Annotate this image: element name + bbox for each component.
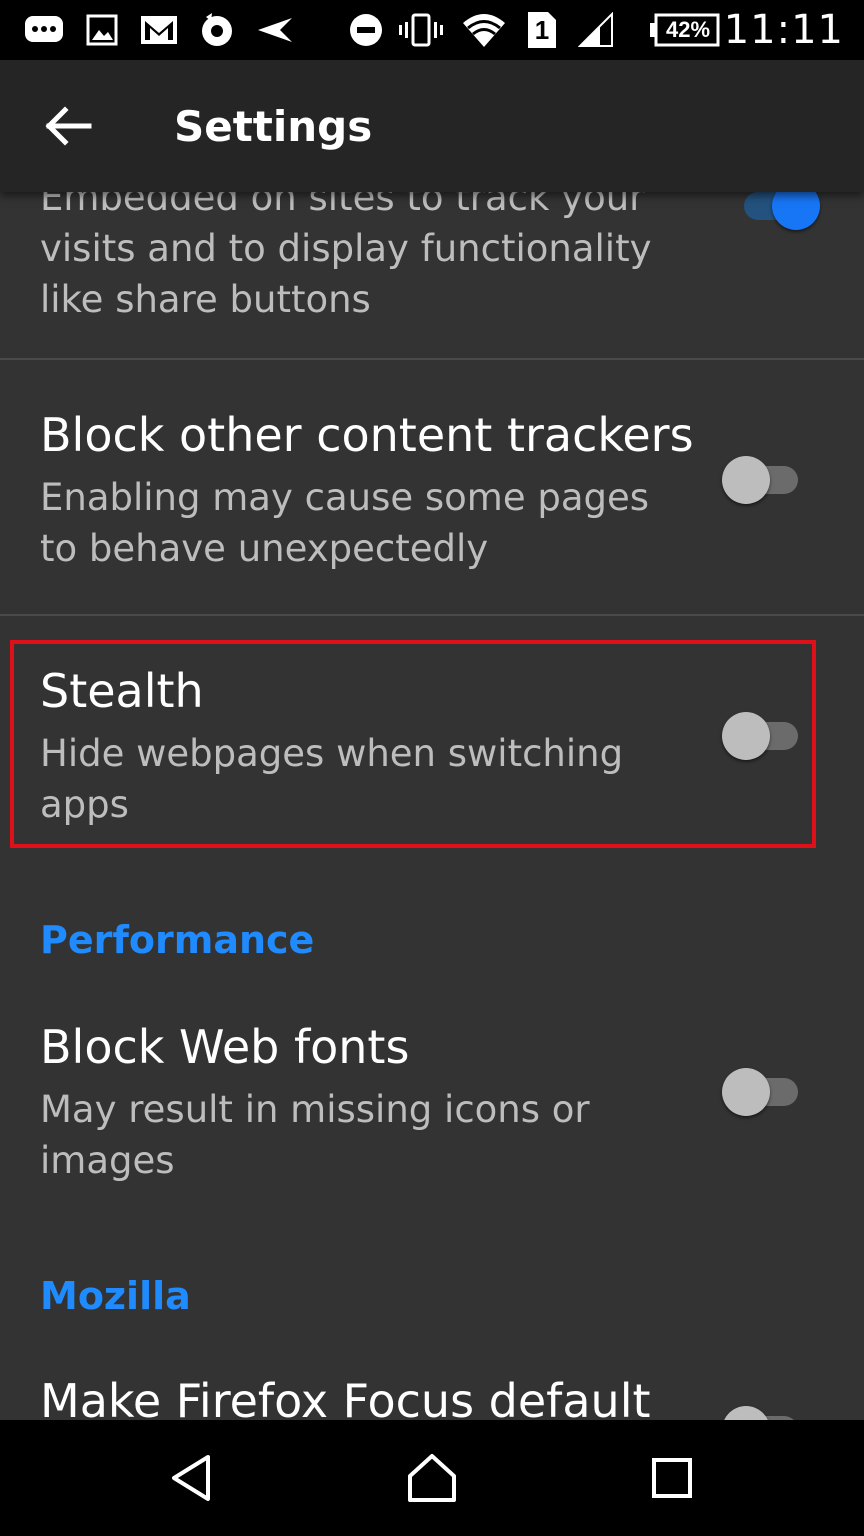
signal-icon xyxy=(576,0,616,60)
setting-title: Block Web fonts xyxy=(40,1020,410,1074)
block-other-trackers-setting[interactable]: Block other content trackers Enabling ma… xyxy=(0,360,864,614)
setting-subtitle: to behave unexpectedly xyxy=(40,527,489,570)
setting-subtitle: Embedded on sites to track your xyxy=(40,192,645,219)
setting-subtitle: May result in missing icons or xyxy=(40,1088,590,1131)
section-header-performance: Performance xyxy=(40,918,315,962)
status-bar: 1 42% 11:11 xyxy=(0,0,864,60)
stealth-highlight-box xyxy=(10,640,816,848)
sim-slot-label: 1 xyxy=(534,14,550,45)
block-other-trackers-toggle[interactable] xyxy=(722,456,802,504)
block-web-fonts-toggle[interactable] xyxy=(722,1068,802,1116)
setting-subtitle: visits and to display functionality xyxy=(40,227,652,270)
setting-subtitle: like share buttons xyxy=(40,278,371,321)
social-trackers-setting[interactable]: Embedded on sites to track your visits a… xyxy=(0,192,864,358)
sim-icon: 1 xyxy=(522,0,562,60)
app-bar: Settings xyxy=(0,60,864,192)
do-not-disturb-icon xyxy=(348,0,384,60)
home-icon xyxy=(408,1454,456,1502)
recents-icon xyxy=(652,1458,692,1498)
default-browser-toggle[interactable] xyxy=(722,1406,802,1420)
battery-percent: 42% xyxy=(665,17,711,42)
arrow-left-icon xyxy=(45,106,92,146)
send-icon xyxy=(254,0,296,60)
nav-back-button[interactable] xyxy=(132,1420,252,1536)
image-icon xyxy=(84,0,120,60)
social-trackers-toggle[interactable] xyxy=(738,192,820,230)
section-header-mozilla: Mozilla xyxy=(40,1274,191,1318)
setting-subtitle: images xyxy=(40,1139,175,1182)
battery-icon: 42% xyxy=(648,0,720,60)
back-button[interactable] xyxy=(34,92,102,160)
chat-icon xyxy=(22,0,66,60)
nav-home-button[interactable] xyxy=(372,1420,492,1536)
setting-title: Make Firefox Focus default xyxy=(40,1374,651,1420)
gmail-icon xyxy=(138,0,180,60)
back-triangle-icon xyxy=(172,1455,210,1501)
firefox-focus-icon xyxy=(196,0,238,60)
page-title: Settings xyxy=(174,101,373,151)
nav-recents-button[interactable] xyxy=(612,1420,732,1536)
wifi-icon xyxy=(460,0,508,60)
vibrate-icon xyxy=(398,0,444,60)
navigation-bar xyxy=(0,1420,864,1536)
clock: 11:11 xyxy=(723,7,844,53)
setting-title: Block other content trackers xyxy=(40,408,694,462)
default-browser-setting[interactable]: Make Firefox Focus default xyxy=(0,1342,864,1420)
setting-subtitle: Enabling may cause some pages xyxy=(40,476,650,519)
block-web-fonts-setting[interactable]: Block Web fonts May result in missing ic… xyxy=(0,982,864,1242)
